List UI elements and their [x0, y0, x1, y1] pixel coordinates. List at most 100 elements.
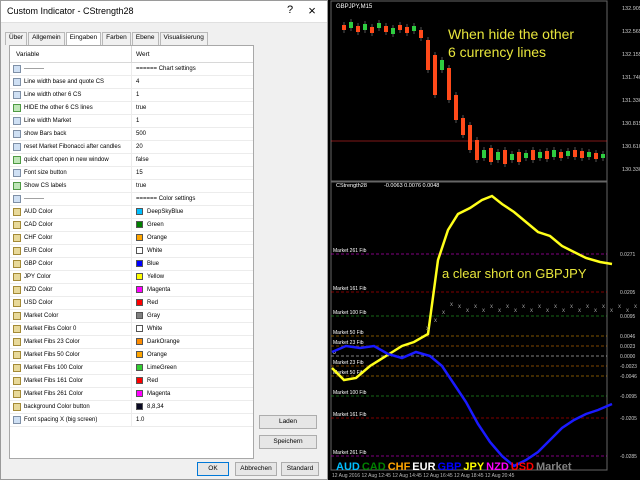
row-value[interactable]: ====== Color settings — [136, 196, 195, 202]
grid-row[interactable]: reset Market Fibonacci after candles 20 — [10, 141, 253, 154]
currency-button-market[interactable]: Market — [536, 461, 571, 473]
grid-row[interactable]: ---------- ====== Chart settings — [10, 63, 253, 76]
default-button[interactable]: Standard — [281, 462, 319, 476]
grid-row[interactable]: AUD Color DeepSkyBlue — [10, 206, 253, 219]
grid-row[interactable]: ---------- ====== Color settings — [10, 193, 253, 206]
grid-row[interactable]: show Bars back 500 — [10, 128, 253, 141]
grid-row[interactable]: CHF Color Orange — [10, 232, 253, 245]
currency-button-usd[interactable]: USD — [511, 461, 534, 473]
row-value[interactable]: 1 — [136, 118, 139, 124]
color-swatch[interactable] — [136, 377, 143, 384]
grid-row[interactable]: Market Color Gray — [10, 310, 253, 323]
row-value[interactable]: DeepSkyBlue — [147, 209, 183, 215]
currency-button-aud[interactable]: AUD — [336, 461, 360, 473]
currency-button-jpy[interactable]: JPY — [463, 461, 484, 473]
color-swatch[interactable] — [136, 338, 143, 345]
color-swatch[interactable] — [136, 247, 143, 254]
grid-row[interactable]: background Color button 8,8,34 — [10, 401, 253, 414]
row-value[interactable]: true — [136, 183, 146, 189]
grid-row[interactable]: GBP Color Blue — [10, 258, 253, 271]
grid-row[interactable]: NZD Color Magenta — [10, 284, 253, 297]
row-value[interactable]: Blue — [147, 261, 159, 267]
row-value[interactable]: 1 — [136, 92, 139, 98]
color-swatch[interactable] — [136, 208, 143, 215]
grid-row[interactable]: CAD Color Green — [10, 219, 253, 232]
row-value[interactable]: Yellow — [147, 274, 164, 280]
row-value[interactable]: White — [147, 248, 162, 254]
currency-button-nzd[interactable]: NZD — [486, 461, 509, 473]
grid-row[interactable]: EUR Color White — [10, 245, 253, 258]
row-value[interactable]: Orange — [147, 235, 167, 241]
grid-row[interactable]: Font size button 15 — [10, 167, 253, 180]
row-value[interactable]: Red — [147, 300, 158, 306]
column-variable[interactable]: Variable — [16, 51, 39, 58]
color-swatch[interactable] — [136, 390, 143, 397]
currency-button-chf[interactable]: CHF — [388, 461, 411, 473]
row-value[interactable]: 15 — [136, 170, 143, 176]
tab-5[interactable]: Visualisierung — [159, 32, 208, 45]
grid-row[interactable]: Market Fibs 100 Color LimeGreen — [10, 362, 253, 375]
color-swatch[interactable] — [136, 260, 143, 267]
grid-row[interactable]: JPY Color Yellow — [10, 271, 253, 284]
row-value[interactable]: Green — [147, 222, 164, 228]
row-value[interactable]: Magenta — [147, 391, 170, 397]
grid-row[interactable]: Font spacing X (big screen) 1.0 — [10, 414, 253, 427]
currency-button-cad[interactable]: CAD — [362, 461, 386, 473]
tab-4[interactable]: Ebene — [131, 32, 159, 45]
grid-row[interactable]: Market Fibs 23 Color DarkOrange — [10, 336, 253, 349]
row-value[interactable]: Gray — [147, 313, 160, 319]
column-value[interactable]: Wert — [136, 51, 150, 58]
color-swatch[interactable] — [136, 299, 143, 306]
color-swatch[interactable] — [136, 286, 143, 293]
grid-row[interactable]: Market Fibs Color 0 White — [10, 323, 253, 336]
grid-row[interactable]: USD Color Red — [10, 297, 253, 310]
row-value[interactable]: Red — [147, 378, 158, 384]
color-swatch[interactable] — [136, 403, 143, 410]
ok-button[interactable]: OK — [197, 462, 229, 476]
currency-button-gbp[interactable]: GBP — [438, 461, 462, 473]
color-swatch[interactable] — [136, 312, 143, 319]
row-value[interactable]: 4 — [136, 79, 139, 85]
close-icon[interactable]: × — [303, 3, 321, 19]
row-value[interactable]: 500 — [136, 131, 146, 137]
dialog-titlebar[interactable]: Custom Indicator - CStrength28 ? × — [1, 1, 327, 23]
color-swatch[interactable] — [136, 273, 143, 280]
grid-row[interactable]: HIDE the other 6 CS lines true — [10, 102, 253, 115]
column-divider[interactable] — [131, 46, 132, 63]
help-icon[interactable]: ? — [283, 4, 297, 18]
color-swatch[interactable] — [136, 364, 143, 371]
chart-window[interactable]: 132.905 132.565 132.155 131.740 131.330 130.8… — [330, 0, 640, 480]
row-value[interactable]: Magenta — [147, 287, 170, 293]
tab-2[interactable]: Eingaben — [65, 32, 102, 46]
tab-1[interactable]: Allgemein — [28, 32, 65, 45]
color-swatch[interactable] — [136, 221, 143, 228]
grid-row[interactable]: quick chart open in new window false — [10, 154, 253, 167]
save-button[interactable]: Speichern — [259, 435, 317, 449]
cancel-button[interactable]: Abbrechen — [235, 462, 277, 476]
grid-row[interactable]: Market Fibs 261 Color Magenta — [10, 388, 253, 401]
grid-row[interactable]: Line width other 6 CS 1 — [10, 89, 253, 102]
row-value[interactable]: 20 — [136, 144, 143, 150]
row-value[interactable]: DarkOrange — [147, 339, 180, 345]
color-swatch[interactable] — [136, 351, 143, 358]
row-value[interactable]: White — [147, 326, 162, 332]
grid-row[interactable]: Show CS labels true — [10, 180, 253, 193]
grid-row[interactable]: Market Fibs 50 Color Orange — [10, 349, 253, 362]
row-value[interactable]: true — [136, 105, 146, 111]
load-button[interactable]: Laden — [259, 415, 317, 429]
currency-button-eur[interactable]: EUR — [412, 461, 435, 473]
row-value[interactable]: ====== Chart settings — [136, 66, 196, 72]
row-value[interactable]: 1.0 — [136, 417, 144, 423]
row-value[interactable]: LimeGreen — [147, 365, 177, 371]
tab-0[interactable]: Über — [5, 32, 28, 45]
row-value[interactable]: false — [136, 157, 149, 163]
color-swatch[interactable] — [136, 234, 143, 241]
tab-3[interactable]: Farben — [102, 32, 131, 45]
row-value[interactable]: Orange — [147, 352, 167, 358]
grid-row[interactable]: Market Fibs 161 Color Red — [10, 375, 253, 388]
color-swatch[interactable] — [136, 325, 143, 332]
chart-canvas[interactable]: 132.905 132.565 132.155 131.740 131.330 130.8… — [330, 0, 640, 480]
row-value[interactable]: 8,8,34 — [147, 404, 164, 410]
grid-row[interactable]: Line width base and quote CS 4 — [10, 76, 253, 89]
grid-row[interactable]: Line width Market 1 — [10, 115, 253, 128]
